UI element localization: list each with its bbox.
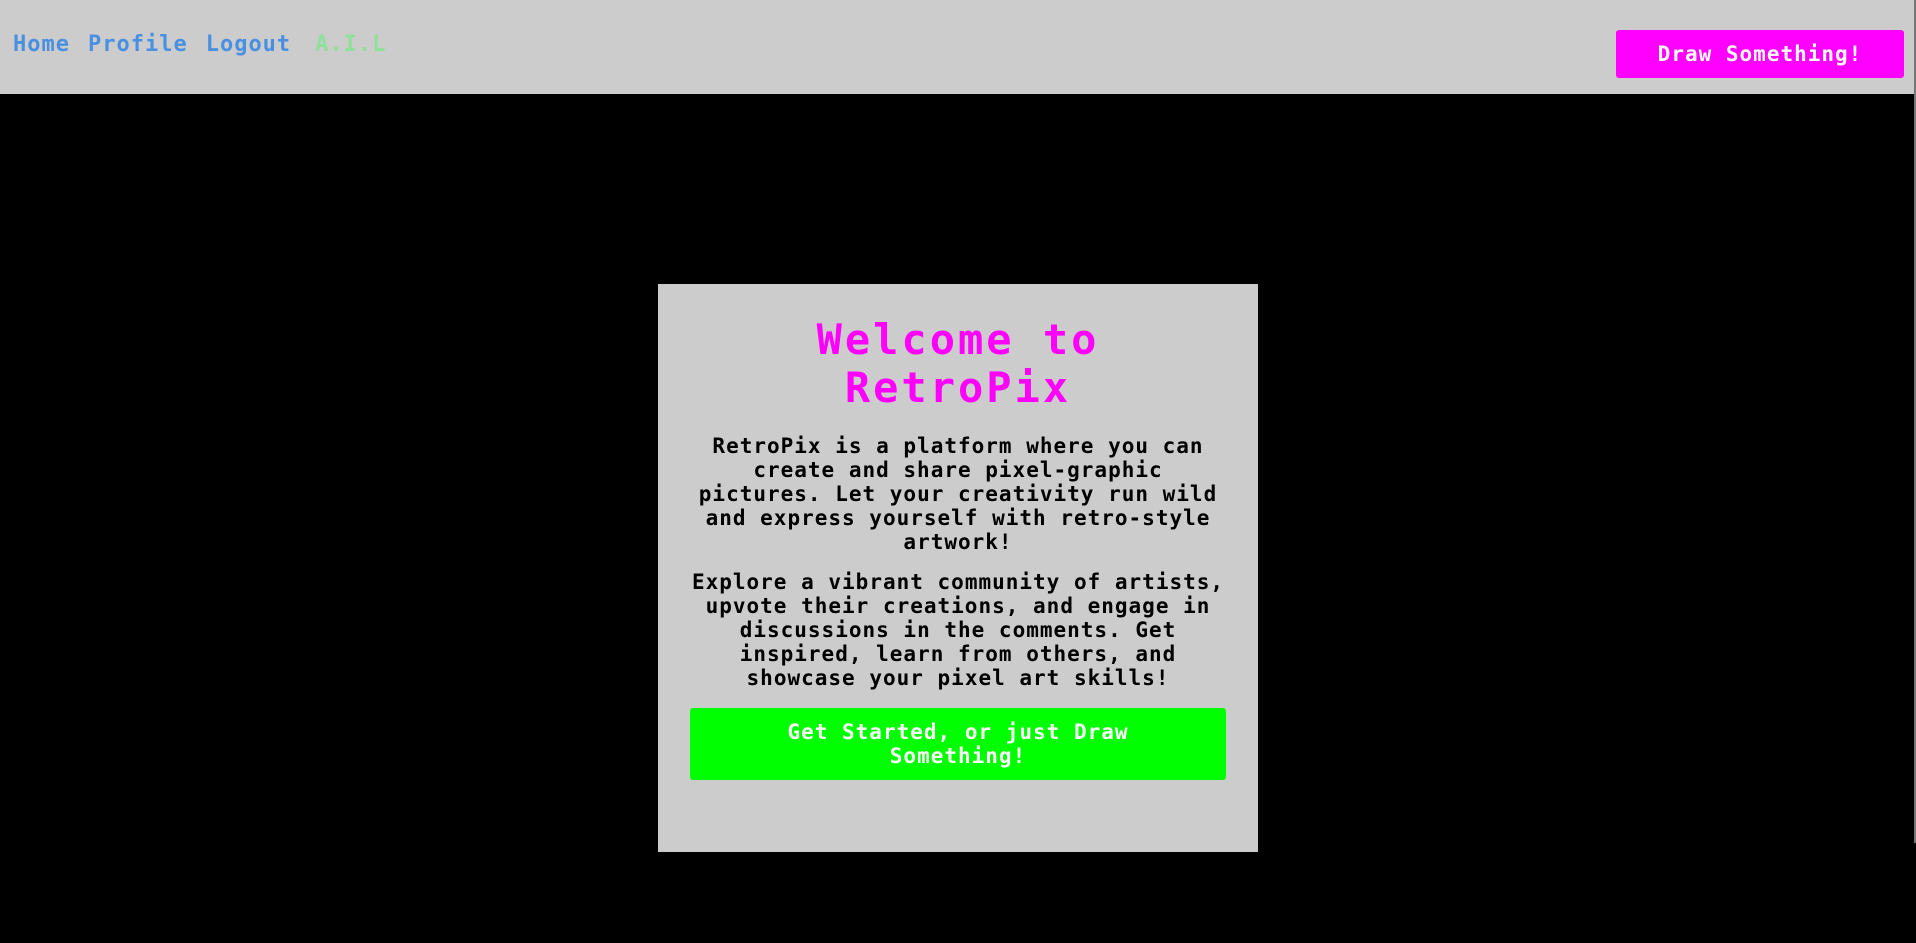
- intro-paragraph: RetroPix is a platform where you can cre…: [698, 434, 1218, 554]
- nav-links: Home Profile Logout A.I.L: [13, 32, 386, 57]
- nav-link-home[interactable]: Home: [13, 32, 70, 57]
- community-paragraph: Explore a vibrant community of artists, …: [691, 570, 1225, 690]
- top-navbar: Home Profile Logout A.I.L Draw Something…: [0, 0, 1916, 94]
- get-started-button[interactable]: Get Started, or just Draw Something!: [690, 708, 1226, 780]
- nav-link-profile[interactable]: Profile: [88, 32, 188, 57]
- welcome-title: Welcome to RetroPix: [816, 315, 1100, 412]
- draw-something-button[interactable]: Draw Something!: [1616, 30, 1904, 78]
- nav-link-logout[interactable]: Logout: [206, 32, 291, 57]
- welcome-card: Welcome to RetroPix RetroPix is a platfo…: [658, 284, 1258, 852]
- brand-label: A.I.L: [315, 32, 387, 57]
